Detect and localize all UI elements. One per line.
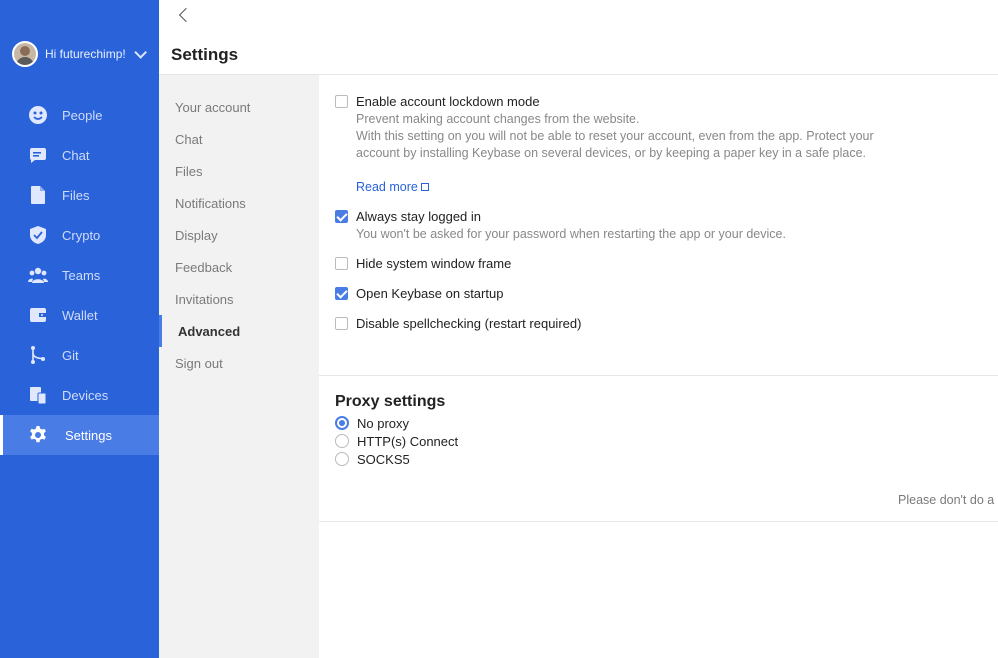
open-on-startup-checkbox[interactable] (335, 287, 348, 300)
lockdown-desc-long: With this setting on you will not be abl… (356, 129, 874, 160)
radio-socks5[interactable] (335, 452, 349, 466)
chat-icon (28, 145, 48, 165)
divider (319, 375, 998, 376)
radio-label-http-connect: HTTP(s) Connect (357, 434, 459, 449)
nav-item-crypto[interactable]: Crypto (0, 215, 159, 255)
gear-icon (28, 425, 48, 445)
nav-label: Git (62, 347, 79, 363)
disable-spellcheck-checkbox[interactable] (335, 317, 348, 330)
nav-item-settings[interactable]: Settings (0, 415, 159, 455)
nav-label: Chat (62, 147, 90, 163)
submenu-item-feedback[interactable]: Feedback (159, 251, 319, 283)
proxy-warning-text: Please don't do a (898, 493, 995, 507)
submenu-item-advanced[interactable]: Advanced (159, 315, 319, 347)
nav-item-devices[interactable]: Devices (0, 375, 159, 415)
nav-label: Settings (65, 427, 112, 443)
nav-item-chat[interactable]: Chat (0, 135, 159, 175)
submenu-item-invitations[interactable]: Invitations (159, 283, 319, 315)
crypto-icon (28, 225, 48, 245)
nav-label: Devices (62, 387, 109, 403)
proxy-settings-title: Proxy settings (335, 393, 446, 410)
stay-logged-in-checkbox[interactable] (335, 210, 348, 223)
radio-no-proxy[interactable] (335, 416, 349, 430)
nav-item-files[interactable]: Files (0, 175, 159, 215)
radio-label-no-proxy: No proxy (357, 416, 410, 431)
nav-item-git[interactable]: Git (0, 335, 159, 375)
read-more-label: Read more (356, 180, 418, 194)
stay-logged-in-label: Always stay logged in (356, 209, 482, 224)
submenu-item-sign-out[interactable]: Sign out (159, 347, 319, 379)
submenu-item-display[interactable]: Display (159, 219, 319, 251)
devices-icon (28, 385, 48, 405)
lockdown-label: Enable account lockdown mode (356, 94, 540, 109)
nav-item-people[interactable]: People (0, 95, 159, 135)
wallet-icon (28, 305, 48, 325)
left-nav: Hi futurechimp! People Chat Files Crypto… (0, 0, 159, 658)
submenu-item-notifications[interactable]: Notifications (159, 187, 319, 219)
page-title: Settings (171, 45, 239, 64)
nav-label: Wallet (62, 307, 98, 323)
open-on-startup-label: Open Keybase on startup (356, 286, 504, 301)
radio-http-connect[interactable] (335, 434, 349, 448)
hide-frame-label: Hide system window frame (356, 256, 512, 271)
back-arrow-icon[interactable] (176, 7, 194, 25)
nav-label: Files (62, 187, 90, 203)
nav-item-teams[interactable]: Teams (0, 255, 159, 295)
files-icon (28, 185, 48, 205)
nav-label: People (62, 107, 103, 123)
lockdown-checkbox[interactable] (335, 95, 348, 108)
nav-label: Teams (62, 267, 101, 283)
people-icon (28, 105, 48, 125)
chevron-down-icon[interactable] (133, 45, 147, 59)
avatar[interactable] (12, 41, 38, 67)
settings-submenu: Your account Chat Files Notifications Di… (159, 75, 319, 658)
external-link-icon (420, 183, 429, 191)
radio-label-socks5: SOCKS5 (357, 452, 410, 467)
nav-label: Crypto (62, 227, 101, 243)
disable-spellcheck-label: Disable spellchecking (restart required) (356, 316, 582, 331)
hide-frame-checkbox[interactable] (335, 257, 348, 270)
user-greeting: Hi futurechimp! (45, 47, 126, 61)
read-more-link[interactable]: Read more (356, 180, 429, 194)
submenu-item-files[interactable]: Files (159, 155, 319, 187)
divider (319, 521, 998, 522)
git-icon (28, 345, 48, 365)
advanced-settings-panel: Enable account lockdown mode Prevent mak… (319, 75, 998, 658)
stay-logged-in-desc: You won't be asked for your password whe… (356, 227, 786, 241)
nav-item-wallet[interactable]: Wallet (0, 295, 159, 335)
submenu-item-chat[interactable]: Chat (159, 123, 319, 155)
lockdown-desc-short: Prevent making account changes from the … (356, 112, 640, 126)
teams-icon (28, 265, 48, 285)
user-menu[interactable]: Hi futurechimp! (12, 40, 147, 68)
submenu-item-your-account[interactable]: Your account (159, 91, 319, 123)
